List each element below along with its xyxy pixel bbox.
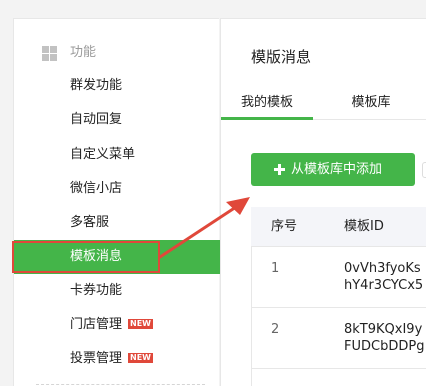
secondary-button[interactable] bbox=[422, 162, 426, 178]
sidebar-item-label: 自动回复 bbox=[70, 112, 123, 127]
sidebar-item-label: 卡券功能 bbox=[70, 283, 123, 298]
sidebar-item-label: 门店管理 bbox=[70, 317, 123, 332]
sidebar-item-label: 自定义菜单 bbox=[70, 147, 136, 162]
sidebar-item-custom-menu[interactable]: 自定义菜单 bbox=[14, 138, 220, 172]
sidebar-item-store-management[interactable]: 门店管理 NEW bbox=[14, 308, 220, 342]
table-row[interactable]: 1 0vVh3fyoKs hY4r3CYCx5 bbox=[251, 248, 426, 308]
tab-template-library[interactable]: 模板库 bbox=[341, 86, 401, 120]
column-header-no: 序号 bbox=[271, 219, 298, 234]
tab-bar: 我的模板 模板库 bbox=[221, 86, 426, 120]
template-id-line1: 8kT9KQxI9y bbox=[344, 322, 423, 337]
highlight-box bbox=[12, 241, 160, 273]
template-id-line2: hY4r3CYCx5 bbox=[344, 278, 424, 293]
sidebar-item-label: 投票管理 bbox=[70, 351, 123, 366]
grid-icon bbox=[42, 46, 57, 61]
sidebar-item-vote-management[interactable]: 投票管理 NEW bbox=[14, 342, 220, 376]
section-title-label: 功能 bbox=[70, 45, 97, 60]
new-badge: NEW bbox=[128, 353, 153, 363]
sidebar-item-coupons[interactable]: 卡券功能 bbox=[14, 274, 220, 308]
sidebar-item-label: 群发功能 bbox=[70, 78, 123, 93]
row-number: 2 bbox=[271, 322, 280, 337]
sidebar-item-auto-reply[interactable]: 自动回复 bbox=[14, 103, 220, 137]
template-id: 8kT9KQxI9y FUDCbDDPg bbox=[344, 321, 424, 355]
page-title: 模版消息 bbox=[251, 48, 312, 66]
sidebar-item-wechat-shop[interactable]: 微信小店 bbox=[14, 172, 220, 206]
template-id: 0vVh3fyoKs hY4r3CYCx5 bbox=[344, 260, 423, 294]
plus-icon bbox=[274, 164, 285, 175]
new-badge: NEW bbox=[128, 319, 153, 329]
main-content: 模版消息 我的模板 模板库 从模板库中添加 序号 模板ID 1 0vVh3fyo… bbox=[220, 18, 426, 386]
row-number: 1 bbox=[271, 261, 280, 276]
table-row[interactable]: 2 8kT9KQxI9y FUDCbDDPg bbox=[251, 309, 426, 369]
column-header-template-id: 模板ID bbox=[344, 219, 384, 234]
table-header: 序号 模板ID bbox=[251, 207, 426, 247]
add-button-label: 从模板库中添加 bbox=[291, 162, 383, 177]
sidebar-item-label: 多客服 bbox=[70, 215, 110, 230]
sidebar: 功能 群发功能 自动回复 自定义菜单 微信小店 多客服 模板消息 卡券功能 门店… bbox=[12, 18, 220, 386]
add-from-library-button[interactable]: 从模板库中添加 bbox=[251, 153, 415, 186]
template-id-line2: FUDCbDDPg bbox=[344, 339, 425, 354]
sidebar-item-template-message[interactable]: 模板消息 bbox=[12, 240, 220, 274]
template-id-line1: 0vVh3fyoKs bbox=[344, 261, 421, 276]
divider bbox=[36, 384, 205, 385]
template-table: 序号 模板ID 1 0vVh3fyoKs hY4r3CYCx5 2 8kT9KQ… bbox=[251, 207, 426, 386]
sidebar-item-mass-send[interactable]: 群发功能 bbox=[14, 69, 220, 103]
tab-my-templates[interactable]: 我的模板 bbox=[221, 86, 313, 120]
sidebar-item-label: 微信小店 bbox=[70, 181, 123, 196]
sidebar-item-customer-service[interactable]: 多客服 bbox=[14, 206, 220, 240]
